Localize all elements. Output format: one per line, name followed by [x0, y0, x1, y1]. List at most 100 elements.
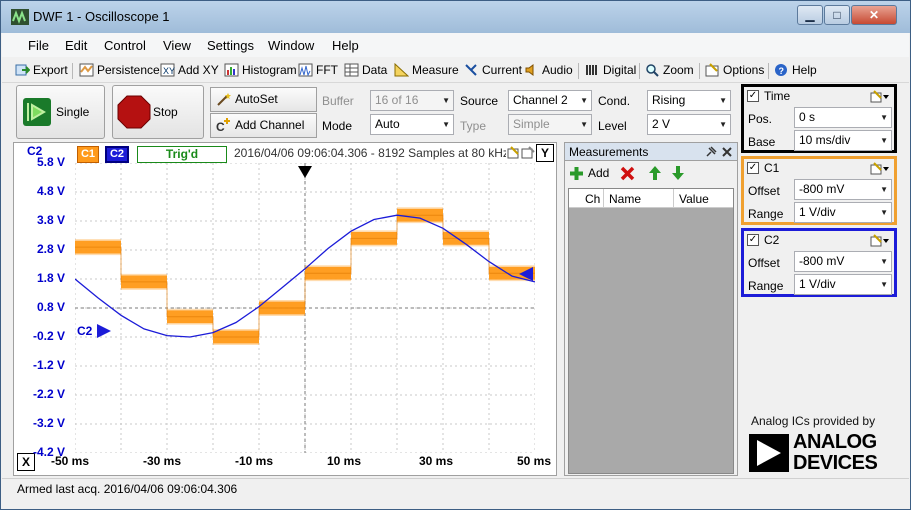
c2-checkbox[interactable]: ✓	[747, 234, 759, 246]
add-xy-button[interactable]: XY Add XY	[160, 62, 219, 80]
c2-channel-tag[interactable]: C2	[105, 146, 129, 163]
zoom-button[interactable]: Zoom	[645, 62, 694, 80]
c2-offset-input[interactable]: -800 mV ▼	[794, 251, 892, 272]
export-button[interactable]: Export	[15, 62, 68, 80]
toolbar-separator	[72, 63, 73, 79]
fft-icon	[298, 63, 313, 77]
dropdown-arrow-icon: ▼	[580, 96, 588, 105]
c2-offset-marker[interactable]	[96, 323, 112, 339]
x-tick-label: -10 ms	[235, 454, 274, 468]
histogram-label: Histogram	[242, 63, 297, 77]
c2-range-value: 1 V/div	[799, 277, 836, 291]
c2-title: C2	[764, 233, 780, 247]
c2-options-icon[interactable]	[870, 234, 890, 247]
delete-icon[interactable]	[620, 166, 635, 181]
fft-button[interactable]: FFT	[298, 62, 338, 80]
c2-offset-label: Offset	[748, 256, 780, 270]
minimize-button[interactable]: ▁	[797, 5, 823, 25]
c2-range-input[interactable]: 1 V/div ▼	[794, 274, 892, 295]
help-button[interactable]: ? Help	[774, 62, 817, 80]
stop-button[interactable]: Stop	[112, 85, 204, 139]
autoset-label: AutoSet	[235, 92, 278, 106]
measure-button[interactable]: Measure	[394, 62, 459, 80]
buffer-select[interactable]: 16 of 16 ▼	[370, 90, 454, 111]
title-bar[interactable]: DWF 1 - Oscilloscope 1 ▁ □ ✕	[1, 1, 910, 33]
move-up-icon[interactable]	[648, 165, 662, 181]
speaker-icon	[525, 64, 534, 76]
autoset-button[interactable]: AutoSet	[210, 87, 317, 112]
single-run-icon	[23, 98, 51, 126]
single-label: Single	[56, 105, 90, 119]
time-pos-label: Pos.	[748, 112, 773, 126]
c1-range-label: Range	[748, 207, 784, 221]
source-value: Channel 2	[513, 93, 568, 107]
branding-caption: Analog ICs provided by	[751, 414, 876, 428]
options-button[interactable]: Options	[705, 62, 764, 80]
source-select[interactable]: Channel 2 ▼	[508, 90, 592, 111]
c2-marker-label: C2	[77, 324, 93, 338]
close-panel-icon[interactable]	[721, 146, 733, 158]
move-down-icon[interactable]	[671, 165, 685, 181]
time-checkbox[interactable]: ✓	[747, 90, 759, 102]
y-tick-label: 0.8 V	[36, 300, 65, 314]
add-channel-icon: C	[216, 118, 230, 133]
time-pos-input[interactable]: 0 s ▼	[794, 107, 892, 128]
histogram-button[interactable]: Histogram	[224, 62, 297, 80]
histogram-icon	[224, 63, 239, 77]
c2-group: ✓ C2 Offset -800 mV ▼ Range 1 V/div ▼	[741, 228, 897, 297]
audio-button[interactable]: Audio	[524, 62, 573, 80]
type-select[interactable]: Simple ▼	[508, 114, 592, 135]
column-header-value[interactable]: Value	[679, 192, 709, 206]
toolbar-separator	[578, 63, 579, 79]
waveform-plot[interactable]	[75, 163, 535, 453]
add-channel-button[interactable]: C Add Channel	[210, 113, 317, 138]
current-button[interactable]: Current	[464, 62, 522, 80]
brand-line-2: DEVICES	[793, 452, 878, 474]
menu-view[interactable]: View	[163, 38, 191, 53]
persistence-label: Persistence	[97, 63, 160, 77]
menu-window[interactable]: Window	[268, 38, 314, 53]
menu-settings[interactable]: Settings	[207, 38, 254, 53]
menu-bar: File Edit Control View Settings Window H…	[2, 33, 909, 57]
c1-checkbox[interactable]: ✓	[747, 162, 759, 174]
mode-select[interactable]: Auto ▼	[370, 114, 454, 135]
menu-edit[interactable]: Edit	[65, 38, 87, 53]
y-tick-label: -1.2 V	[32, 358, 65, 372]
digital-button[interactable]: Digital	[585, 62, 636, 80]
c1-range-input[interactable]: 1 V/div ▼	[794, 202, 892, 223]
dropdown-arrow-icon: ▼	[880, 257, 888, 266]
plot-options-icon[interactable]	[507, 146, 521, 160]
dropdown-arrow-icon: ▼	[880, 136, 888, 145]
y-tick-label: 4.8 V	[36, 184, 65, 198]
time-options-icon[interactable]	[870, 90, 890, 103]
pin-icon[interactable]	[705, 146, 717, 158]
y-tick-label: 2.8 V	[36, 242, 65, 256]
window-title: DWF 1 - Oscilloscope 1	[33, 9, 170, 24]
trigger-level-marker[interactable]	[518, 266, 534, 282]
close-button[interactable]: ✕	[851, 5, 897, 25]
c2-offset-value: -800 mV	[799, 254, 845, 268]
c1-channel-tag[interactable]: C1	[77, 146, 99, 163]
persistence-button[interactable]: Persistence	[79, 62, 160, 80]
data-button[interactable]: Data	[344, 62, 387, 80]
level-input[interactable]: 2 V ▼	[647, 114, 731, 135]
menu-help[interactable]: Help	[332, 38, 359, 53]
menu-file[interactable]: File	[28, 38, 49, 53]
menu-control[interactable]: Control	[104, 38, 146, 53]
y-axis-button[interactable]: Y	[536, 144, 554, 162]
column-header-name[interactable]: Name	[609, 192, 641, 206]
measurements-list[interactable]: Ch Name Value	[568, 188, 734, 474]
single-button[interactable]: Single	[16, 85, 105, 139]
cond-select[interactable]: Rising ▼	[647, 90, 731, 111]
c1-options-icon[interactable]	[870, 162, 890, 175]
time-base-input[interactable]: 10 ms/div ▼	[794, 130, 892, 151]
column-header-ch[interactable]: Ch	[585, 192, 600, 206]
time-base-label: Base	[748, 135, 776, 149]
dropdown-arrow-icon: ▼	[880, 280, 888, 289]
c1-offset-input[interactable]: -800 mV ▼	[794, 179, 892, 200]
trigger-position-marker[interactable]	[297, 165, 313, 179]
type-label: Type	[460, 119, 487, 133]
time-group: ✓ Time Pos. 0 s ▼ Base 10 ms/div ▼	[741, 84, 897, 153]
plot-settings-icon[interactable]	[521, 146, 535, 160]
maximize-button[interactable]: □	[824, 5, 850, 25]
